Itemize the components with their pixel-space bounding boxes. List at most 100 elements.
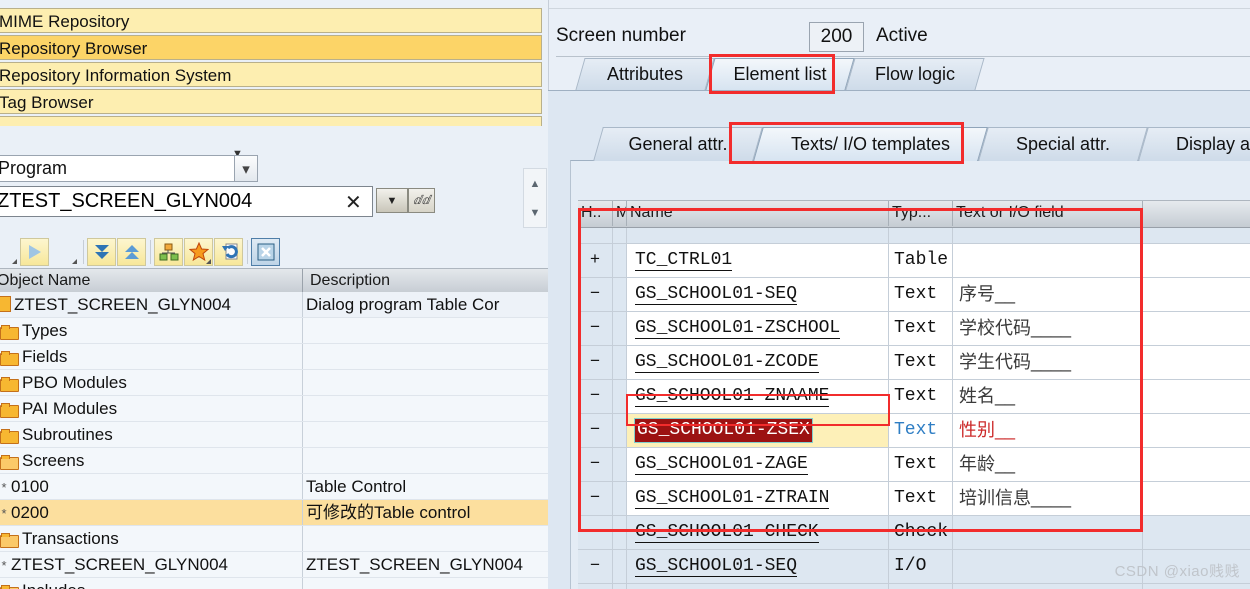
cell-type: Text (889, 448, 953, 481)
leaf-icon: * (1, 480, 7, 495)
table-row[interactable]: − GS_SCHOOL01-ZTRAIN Text 培训信息____ (578, 482, 1250, 516)
table-row[interactable] (578, 228, 1250, 244)
table-row[interactable]: − GS_SCHOOL01-ZSCHOOL I/O (578, 584, 1250, 589)
table-row[interactable]: + TC_CTRL01 Table (578, 244, 1250, 278)
tree-row[interactable]: Fields (0, 344, 548, 370)
cell-extra (1143, 584, 1250, 589)
dropdown-history-icon[interactable]: ▼ (376, 188, 408, 213)
program-type-combobox[interactable]: ▼ Program ▾ (0, 148, 264, 184)
favorites-item-tag-browser[interactable]: Tag Browser (0, 89, 542, 114)
search-help-icon[interactable]: ⅆⅆ (408, 188, 435, 213)
scroll-down-icon[interactable]: ▼ (530, 207, 541, 219)
cell-h[interactable]: − (578, 448, 613, 481)
favorites-item-mime-repository[interactable]: MIME Repository (0, 8, 542, 33)
program-type-value[interactable]: Program (0, 155, 234, 182)
tree-row[interactable]: PBO Modules (0, 370, 548, 396)
cell-h[interactable]: + (578, 244, 613, 277)
cell-name[interactable]: GS_SCHOOL01-SEQ (627, 278, 889, 311)
cell-m (613, 312, 627, 345)
cell-name[interactable]: GS_SCHOOL01-ZAGE (627, 448, 889, 481)
tree-row[interactable]: Includes (0, 578, 548, 589)
object-name-input[interactable]: ZTEST_SCREEN_GLYN004 (0, 186, 373, 217)
tab-element-list[interactable]: Element list (705, 58, 855, 90)
chevron-down-icon[interactable]: ▾ (234, 155, 258, 182)
tab-display-attr[interactable]: Display attr. (1138, 127, 1250, 161)
panel-scroll-arrows[interactable]: ▲ ▼ (523, 168, 547, 228)
cell-name[interactable]: GS_SCHOOL01-SEQ (627, 550, 889, 583)
folder-icon (0, 377, 19, 392)
tree-row[interactable]: Subroutines (0, 422, 548, 448)
cell-extra (1143, 516, 1250, 549)
cell-h[interactable]: − (578, 550, 613, 583)
column-header-h: H.. (578, 201, 613, 226)
cell-h[interactable]: − (578, 482, 613, 515)
table-row[interactable]: − GS_SCHOOL01-ZNAAME Text 姓名__ (578, 380, 1250, 414)
table-row[interactable]: − GS_SCHOOL01-CHECK Check (578, 516, 1250, 550)
cell-name[interactable]: GS_SCHOOL01-ZTRAIN (627, 482, 889, 515)
column-header-extra (1143, 201, 1250, 226)
table-row[interactable]: − GS_SCHOOL01-SEQ Text 序号__ (578, 278, 1250, 312)
tab-special-attr[interactable]: Special attr. (978, 127, 1148, 161)
tab-general-attr[interactable]: General attr. (593, 127, 763, 161)
table-row-selected[interactable]: − GS_SCHOOL01-ZSEX Text 性别__ (578, 414, 1250, 448)
refresh-icon[interactable] (214, 238, 243, 266)
cell-m (613, 414, 627, 447)
tree-row[interactable]: PAI Modules (0, 396, 548, 422)
scroll-up-icon[interactable]: ▲ (530, 178, 541, 190)
tree-row-description (303, 422, 548, 447)
cell-name[interactable]: GS_SCHOOL01-ZCODE (627, 346, 889, 379)
folder-icon (0, 325, 19, 340)
table-row[interactable]: − GS_SCHOOL01-ZCODE Text 学生代码____ (578, 346, 1250, 380)
cell-name-selected[interactable]: GS_SCHOOL01-ZSEX (627, 414, 889, 447)
cell-h[interactable]: − (578, 584, 613, 589)
favorites-item-partial[interactable] (0, 116, 542, 126)
cell-h[interactable]: − (578, 312, 613, 345)
expand-all-icon[interactable] (87, 238, 116, 266)
panel-top-divider (549, 8, 1250, 9)
cell-h (578, 228, 613, 243)
cell-type: I/O (889, 584, 953, 589)
cell-h[interactable]: − (578, 346, 613, 379)
cell-name[interactable]: GS_SCHOOL01-ZSCHOOL (627, 584, 889, 589)
cell-name[interactable]: TC_CTRL01 (627, 244, 889, 277)
collapse-all-icon[interactable] (117, 238, 146, 266)
tree-row[interactable]: Screens (0, 448, 548, 474)
tab-attributes[interactable]: Attributes (575, 58, 715, 90)
tree-row[interactable]: Transactions (0, 526, 548, 552)
toolbar-spacer-left (0, 238, 19, 266)
tree-row-description (303, 370, 548, 395)
back-arrow-icon[interactable] (20, 238, 49, 266)
tree-row[interactable]: * 0100 Table Control (0, 474, 548, 500)
header-rule (556, 56, 1250, 57)
favorites-menu-list: MIME Repository Repository Browser Repos… (0, 8, 542, 126)
favorites-item-repository-information-system[interactable]: Repository Information System (0, 62, 542, 87)
screen-status-label: Active (876, 25, 928, 46)
tree-row[interactable]: * ZTEST_SCREEN_GLYN004 ZTEST_SCREEN_GLYN0… (0, 552, 548, 578)
tree-row[interactable]: ZTEST_SCREEN_GLYN004 Dialog program Tabl… (0, 292, 548, 318)
cell-text: 学校代码____ (953, 312, 1143, 345)
cell-name[interactable]: GS_SCHOOL01-CHECK (627, 516, 889, 549)
cell-m (613, 228, 627, 243)
object-list-icon[interactable] (154, 238, 183, 266)
cell-name (627, 228, 889, 243)
tab-flow-logic[interactable]: Flow logic (845, 58, 985, 90)
cell-name[interactable]: GS_SCHOOL01-ZNAAME (627, 380, 889, 413)
tab-texts-io-templates[interactable]: Texts/ I/O templates (753, 127, 988, 161)
clear-icon[interactable]: ✕ (345, 190, 362, 215)
cell-h[interactable]: − (578, 380, 613, 413)
column-header-name: Name (627, 201, 889, 226)
cell-h[interactable]: − (578, 414, 613, 447)
tree-row-selected[interactable]: * 0200 可修改的Table control (0, 500, 548, 526)
table-row[interactable]: − GS_SCHOOL01-ZAGE Text 年龄__ (578, 448, 1250, 482)
cell-text (953, 516, 1143, 549)
tree-row[interactable]: Types (0, 318, 548, 344)
table-row[interactable]: − GS_SCHOOL01-ZSCHOOL Text 学校代码____ (578, 312, 1250, 346)
close-icon[interactable] (251, 238, 280, 266)
cell-h[interactable]: − (578, 278, 613, 311)
favorites-star-icon[interactable] (184, 238, 213, 266)
favorites-item-repository-browser[interactable]: Repository Browser (0, 35, 542, 60)
element-table-header: H.. M Name Typ... Text or I/O field (578, 200, 1250, 228)
cell-name[interactable]: GS_SCHOOL01-ZSCHOOL (627, 312, 889, 345)
cell-h[interactable]: − (578, 516, 613, 549)
screen-number-value[interactable]: 200 (809, 22, 864, 52)
